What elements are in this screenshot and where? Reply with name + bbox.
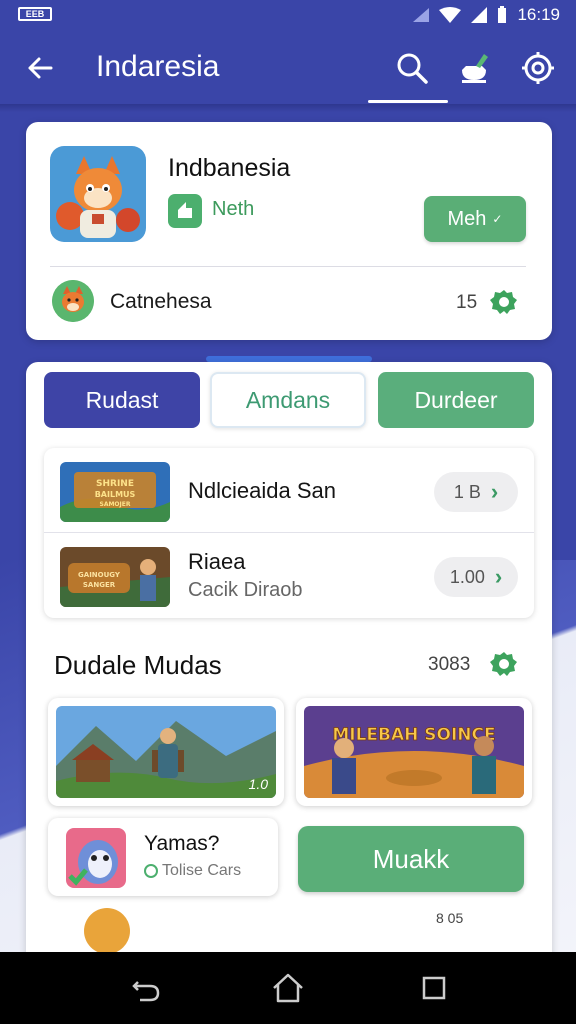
peek-text: 8 05 bbox=[436, 910, 464, 926]
app-category: Neth bbox=[212, 198, 255, 220]
svg-text:SANGER: SANGER bbox=[83, 581, 116, 589]
square-icon bbox=[422, 976, 446, 1000]
media-card[interactable]: MILEBAH SOINCE bbox=[296, 698, 532, 806]
media-tag: 1.0 bbox=[248, 776, 268, 792]
search-icon bbox=[397, 53, 428, 84]
landscape-hero-image bbox=[56, 706, 276, 798]
nav-back-button[interactable] bbox=[128, 970, 164, 1006]
system-nav-bar bbox=[0, 952, 576, 1024]
game-list: SHRINE BAILMUS SAMOJER Ndlcieaida San 1 … bbox=[44, 448, 534, 618]
share-button[interactable] bbox=[454, 48, 494, 88]
game-size: 1 B bbox=[453, 481, 481, 502]
app-header-card: Indbanesia Neth Meh ✓ Catnehesa 15 bbox=[26, 122, 552, 340]
ink-bottle-icon bbox=[462, 54, 488, 83]
chevron-right-icon: › bbox=[494, 564, 503, 589]
notification-badge: EEB bbox=[18, 7, 52, 21]
divider bbox=[50, 266, 526, 267]
game-title: Ndlcieaida San bbox=[188, 478, 336, 503]
section-title: Dudale Mudas bbox=[54, 650, 222, 680]
primary-action-button[interactable]: Muakk bbox=[298, 826, 524, 892]
avatar bbox=[84, 908, 130, 954]
game-thumbnail: SHRINE BAILMUS SAMOJER bbox=[60, 462, 170, 522]
list-item[interactable]: GAINOUGY SANGER Riaea Cacik Diraob 1.00 … bbox=[44, 532, 534, 616]
tab-durdeer[interactable]: Durdeer bbox=[378, 372, 534, 428]
check-icon: ✓ bbox=[492, 212, 503, 226]
media-card[interactable]: 1.0 bbox=[48, 698, 284, 806]
nav-home-button[interactable] bbox=[270, 970, 306, 1006]
svg-text:MILEBAH SOINCE: MILEBAH SOINCE bbox=[332, 725, 495, 745]
related-app-subtitle-text: Tolise Cars bbox=[162, 862, 242, 879]
battery-icon bbox=[498, 6, 507, 23]
section-count: 3083 bbox=[428, 654, 471, 675]
section-settings-button[interactable] bbox=[490, 650, 518, 678]
developer-settings-button[interactable] bbox=[490, 288, 518, 316]
signal-icon bbox=[471, 7, 488, 23]
home-icon bbox=[273, 973, 303, 1003]
back-button[interactable] bbox=[20, 48, 60, 88]
list-item[interactable]: SHRINE BAILMUS SAMOJER Ndlcieaida San 1 … bbox=[44, 448, 534, 532]
game-banner-image: SHRINE BAILMUS SAMOJER bbox=[60, 462, 170, 522]
vibrate-icon bbox=[413, 8, 430, 22]
screenshot-thumbnail: MILEBAH SOINCE bbox=[304, 706, 524, 798]
game-size-button[interactable]: 1.00 › bbox=[434, 557, 518, 597]
arrow-up-icon bbox=[178, 202, 192, 218]
svg-text:SHRINE: SHRINE bbox=[96, 479, 134, 489]
game-size-button[interactable]: 1 B › bbox=[434, 472, 518, 512]
developer-avatar[interactable] bbox=[52, 280, 94, 322]
gear-icon bbox=[490, 290, 517, 314]
active-tab-indicator bbox=[368, 100, 448, 103]
install-button-label: Meh bbox=[447, 207, 487, 230]
game-banner-image: GAINOUGY SANGER bbox=[60, 547, 170, 607]
related-app-subtitle: Tolise Cars bbox=[144, 862, 241, 880]
status-bar: EEB 16:19 bbox=[0, 0, 576, 32]
install-button[interactable]: Meh ✓ bbox=[424, 196, 526, 242]
svg-text:GAINOUGY: GAINOUGY bbox=[78, 571, 121, 579]
gear-icon bbox=[522, 52, 554, 84]
clock: 16:19 bbox=[517, 5, 560, 24]
game-title: Riaea bbox=[188, 549, 246, 574]
game-poster-image: MILEBAH SOINCE bbox=[304, 706, 524, 798]
creature-icon bbox=[66, 828, 126, 888]
svg-text:BAILMUS: BAILMUS bbox=[95, 490, 136, 499]
related-app-card[interactable]: Yamas? Tolise Cars bbox=[48, 818, 278, 896]
related-app-title: Yamas? bbox=[144, 832, 220, 855]
app-name: Indbanesia bbox=[168, 154, 291, 182]
fox-character-icon bbox=[50, 146, 146, 242]
app-icon[interactable] bbox=[50, 146, 146, 242]
settings-button[interactable] bbox=[518, 48, 558, 88]
screenshot-thumbnail: 1.0 bbox=[56, 706, 276, 798]
wifi-icon bbox=[439, 7, 462, 23]
app-bar: Indaresia bbox=[0, 32, 576, 104]
tab-rudast[interactable]: Rudast bbox=[44, 372, 200, 428]
gear-icon bbox=[490, 652, 517, 676]
svg-text:SAMOJER: SAMOJER bbox=[100, 501, 131, 508]
game-thumbnail: GAINOUGY SANGER bbox=[60, 547, 170, 607]
next-item-peek: 8 05 bbox=[26, 902, 552, 954]
related-app-icon bbox=[66, 828, 126, 888]
search-button[interactable] bbox=[392, 48, 432, 88]
category-badge bbox=[168, 194, 202, 228]
page-title: Indaresia bbox=[96, 50, 220, 83]
game-size: 1.00 bbox=[449, 566, 485, 587]
nav-recents-button[interactable] bbox=[416, 970, 452, 1006]
arrow-left-icon bbox=[28, 57, 53, 79]
tab-amdans[interactable]: Amdans bbox=[210, 372, 366, 428]
appbar-shadow bbox=[0, 104, 576, 112]
chevron-right-icon: › bbox=[490, 479, 499, 504]
back-arrow-icon bbox=[132, 981, 160, 1002]
developer-count: 15 bbox=[456, 292, 478, 313]
game-developer: Cacik Diraob bbox=[188, 579, 303, 601]
check-circle-icon bbox=[144, 864, 158, 878]
fox-avatar-icon bbox=[52, 280, 94, 322]
content-card: Rudast Amdans Durdeer SHRINE BAILMUS SAM… bbox=[26, 362, 552, 962]
developer-name[interactable]: Catnehesa bbox=[110, 290, 212, 314]
